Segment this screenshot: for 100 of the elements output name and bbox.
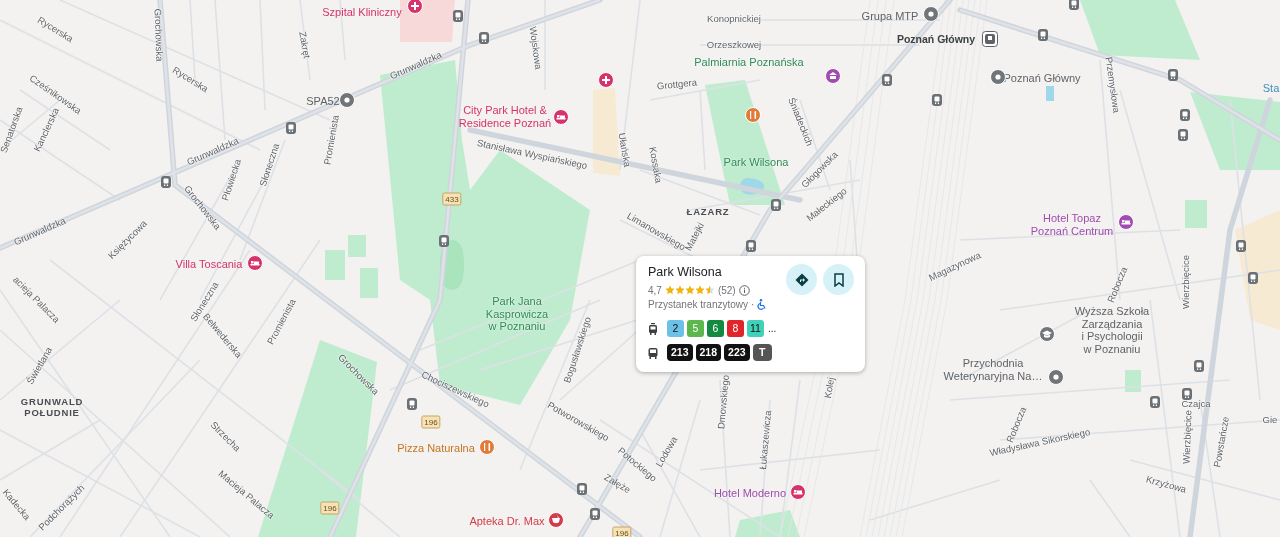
transit-stop-icon[interactable]: [286, 122, 296, 134]
street-label: Wierzbięcice: [1181, 409, 1195, 465]
district-label: ŁAZARZ: [686, 206, 730, 218]
save-button[interactable]: [823, 264, 854, 295]
place-label: Villa Toscania: [175, 257, 243, 271]
road-number-shield: 196: [421, 415, 441, 429]
park-area-drawing: [1185, 200, 1207, 228]
mortar-icon[interactable]: [548, 512, 564, 528]
street-label: Kossaka: [646, 146, 664, 184]
place-label: SPA52: [306, 94, 340, 108]
transit-stop-icon[interactable]: [439, 235, 449, 247]
transit-stop-icon[interactable]: [453, 10, 463, 22]
park-label: Palmiarnia Poznańska: [694, 55, 804, 69]
park-area-drawing: [735, 510, 800, 537]
star-icon: [664, 285, 675, 295]
hospital-icon[interactable]: [407, 0, 423, 14]
star-icon: [694, 285, 705, 295]
bed-icon[interactable]: [1118, 214, 1134, 230]
street-label: Promienista: [322, 114, 342, 166]
transit-stop-icon[interactable]: [1236, 240, 1246, 252]
park-area-drawing: [325, 250, 345, 280]
street-label: Przemysłowa: [1102, 56, 1122, 114]
park-area-drawing: [360, 268, 378, 298]
tram-line-badge[interactable]: 2: [667, 320, 684, 337]
tram-line-badge[interactable]: 8: [727, 320, 744, 337]
star-icon: [684, 285, 695, 295]
bus-line-badge[interactable]: 223: [724, 344, 750, 361]
place-category: Przystanek tranzytowy: [648, 298, 749, 310]
directions-icon: [794, 272, 809, 287]
transit-stop-icon[interactable]: [1182, 388, 1192, 400]
place-label: Hotel Moderno: [713, 486, 787, 500]
separator-dot: ·: [751, 298, 755, 310]
place-label: Apteka Dr. Max: [469, 514, 545, 528]
transit-stop-icon[interactable]: [932, 94, 942, 106]
street-label: Wojskowa: [526, 25, 544, 71]
street-label: Kolej: [822, 376, 838, 400]
transit-stop-icon[interactable]: [1150, 396, 1160, 408]
street-label: Powstańcze: [1212, 415, 1232, 469]
park-label: Park Wilsona: [723, 155, 789, 169]
street-label: Dmowskiego: [716, 374, 732, 430]
tram-icon: [648, 322, 658, 335]
district-label: GRUNWALD POŁUDNIE: [20, 397, 84, 419]
bed-icon[interactable]: [790, 484, 806, 500]
street-label: Grochowska: [151, 8, 165, 62]
street-label: Łukaszewicza: [758, 410, 774, 470]
rating-value: 4,7: [648, 284, 662, 296]
bus-line-badge[interactable]: T: [752, 344, 772, 361]
hospital-grounds-drawing: [400, 0, 455, 42]
building-icon[interactable]: [825, 68, 841, 84]
place-label: Pizza Naturalna: [397, 441, 475, 455]
transit-stop-icon[interactable]: [479, 32, 489, 44]
bookmark-icon: [832, 272, 845, 287]
transit-stop-icon[interactable]: [161, 176, 171, 188]
transit-stop-icon[interactable]: [590, 508, 600, 520]
park-area-drawing: [348, 235, 366, 257]
tram-line-badge[interactable]: 6: [707, 320, 724, 337]
directions-button[interactable]: [786, 264, 817, 295]
transit-stop-icon[interactable]: [1194, 360, 1204, 372]
train-icon[interactable]: [982, 31, 998, 47]
transit-stop-icon[interactable]: [1069, 0, 1079, 10]
bus-line-badge[interactable]: 218: [695, 344, 722, 361]
transit-stop-icon[interactable]: [1178, 129, 1188, 141]
street-label: Grottgera: [656, 77, 698, 93]
place-label: Wyższa Szkoła Zarządzania i Psychologii w Poznaniu: [1074, 304, 1150, 356]
tram-line-badge[interactable]: 11: [747, 320, 764, 337]
transit-stop-icon[interactable]: [1038, 29, 1048, 41]
place-label: Przychodnia Weterynaryjna Na…: [943, 357, 1043, 383]
transit-stop-icon[interactable]: [1248, 272, 1258, 284]
star-icon: [674, 285, 685, 295]
bed-icon[interactable]: [247, 255, 263, 271]
road-number-shield: 196: [612, 526, 632, 537]
transit-stop-icon[interactable]: [577, 483, 587, 495]
info-icon[interactable]: [738, 284, 750, 296]
place-pin-icon[interactable]: [339, 92, 355, 108]
place-pin-icon[interactable]: [923, 6, 939, 22]
bus-line-badge[interactable]: 213: [667, 344, 693, 361]
graduation-cap-icon[interactable]: [1039, 326, 1055, 342]
place-label: City Park Hotel & Residence Poznań: [458, 104, 552, 130]
place-label: Hotel Topaz Poznań Centrum: [1030, 212, 1114, 238]
place-pin-icon[interactable]: [990, 69, 1006, 85]
street-label: Orzeszkowej: [706, 39, 762, 51]
road-number-shield: 433: [442, 192, 462, 206]
station-label: Poznań Główny: [896, 32, 976, 46]
transit-stop-icon[interactable]: [771, 199, 781, 211]
more-lines[interactable]: ...: [768, 323, 777, 334]
review-count: (52): [717, 284, 736, 296]
bed-icon[interactable]: [553, 109, 569, 125]
transit-stop-icon[interactable]: [1180, 109, 1190, 121]
bus-icon: [648, 346, 658, 359]
hospital-icon[interactable]: [598, 72, 614, 88]
street-label: Zakręt: [296, 30, 312, 60]
street-label: Konopnickiej: [707, 13, 761, 25]
star-icon: [704, 285, 715, 295]
wheelchair-icon: [757, 298, 768, 310]
place-title: Park Wilsona: [648, 265, 723, 279]
transit-stop-icon[interactable]: [407, 398, 417, 410]
transit-stop-icon[interactable]: [882, 74, 892, 86]
transit-stop-icon[interactable]: [1168, 69, 1178, 81]
transit-stop-icon[interactable]: [746, 240, 756, 252]
place-pin-icon[interactable]: [1048, 369, 1064, 385]
